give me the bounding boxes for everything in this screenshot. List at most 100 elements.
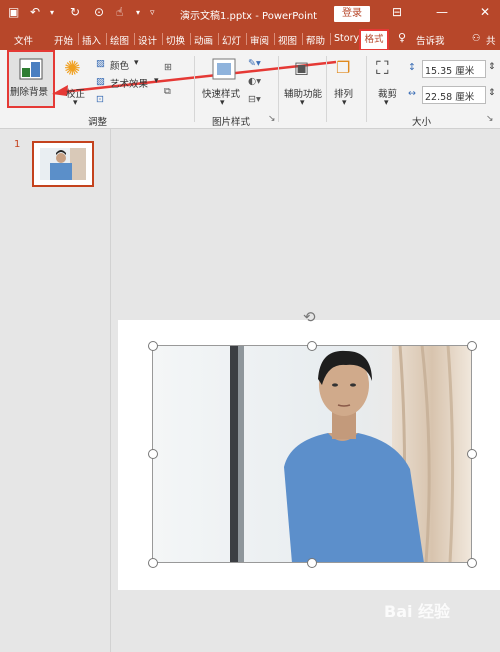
tab-animations[interactable]: 动画 — [194, 33, 213, 47]
resize-handle[interactable] — [307, 341, 317, 351]
minimize-icon[interactable]: — — [436, 5, 448, 19]
login-button[interactable]: 登录 — [334, 6, 370, 22]
touch-mode-icon[interactable]: ☝ — [116, 5, 123, 19]
share-icon[interactable]: ⚇ — [472, 33, 481, 44]
compress-pictures-icon[interactable]: ⊞ — [164, 62, 172, 73]
resize-handle[interactable] — [148, 341, 158, 351]
resize-handle[interactable] — [307, 558, 317, 568]
baidu-watermark: Bai 经验 — [384, 602, 451, 621]
chevron-down-icon: ▾ — [220, 98, 225, 108]
group-adjust-label: 调整 — [88, 117, 108, 128]
picture-layout-icon[interactable]: ⊟▾ — [248, 94, 261, 105]
tab-separator — [246, 33, 247, 45]
group-separator — [366, 56, 367, 122]
dialog-launcher-icon[interactable]: ↘ — [268, 114, 276, 124]
color-icon: ▨ — [96, 58, 105, 69]
chevron-down-icon: ▾ — [384, 98, 389, 108]
undo-dropdown-icon[interactable]: ▾ — [50, 8, 54, 17]
resize-handle[interactable] — [467, 341, 477, 351]
undo-icon[interactable]: ↶ — [30, 5, 40, 19]
customize-qat-icon[interactable]: ▿ — [150, 8, 155, 18]
corrections-button[interactable]: ✺ 校正 ▾ — [62, 56, 90, 108]
close-icon[interactable]: ✕ — [480, 5, 490, 19]
tab-separator — [302, 33, 303, 45]
width-spinner-icon[interactable]: ⇕ — [488, 88, 496, 98]
change-picture-icon[interactable]: ⧉ — [164, 86, 171, 97]
tab-insert[interactable]: 插入 — [82, 33, 101, 47]
quick-styles-button[interactable]: 快速样式 ▾ — [202, 56, 246, 108]
tab-draw[interactable]: 绘图 — [110, 33, 129, 47]
tell-me-search[interactable]: 告诉我 — [416, 33, 445, 47]
width-input[interactable]: 22.58 厘米 — [422, 86, 486, 104]
save-icon[interactable]: ▣ — [8, 5, 19, 19]
crop-button[interactable]: ⛶ 裁剪 ▾ — [372, 56, 404, 108]
height-icon: ↕ — [408, 62, 416, 73]
tab-help[interactable]: 帮助 — [306, 33, 325, 47]
crop-icon: ⛶ — [376, 58, 389, 79]
thumbnail-photo — [34, 143, 92, 185]
height-value: 15.35 厘米 — [425, 66, 475, 77]
width-icon: ↔ — [408, 88, 416, 99]
chevron-down-icon: ▾ — [154, 76, 159, 86]
slide-thumbnail-panel: 1 — [0, 129, 111, 652]
window-title: 演示文稿1.pptx - PowerPoint — [180, 11, 318, 22]
tab-separator — [190, 33, 191, 45]
resize-handle[interactable] — [148, 558, 158, 568]
tab-separator — [218, 33, 219, 45]
chevron-down-icon: ▾ — [342, 98, 347, 108]
arrange-button[interactable]: ❐ 排列 ▾ — [330, 56, 362, 108]
tab-separator — [274, 33, 275, 45]
transparency-icon[interactable]: ⊡ — [96, 94, 104, 105]
tab-design[interactable]: 设计 — [138, 33, 157, 47]
slide-number: 1 — [14, 139, 21, 150]
ribbon-display-icon[interactable]: ⊟ — [392, 5, 402, 19]
share-label[interactable]: 共 — [486, 33, 496, 47]
artistic-effects-icon: ▧ — [96, 76, 105, 87]
tab-slideshow[interactable]: 幻灯 — [222, 33, 241, 47]
ribbon: 删除背景 ✺ 校正 ▾ ▨ 颜色 ▾ ▧ 艺术效果 ▾ ⊡ ⊞ ⧉ 调整 快速样… — [0, 50, 500, 129]
redo-icon[interactable]: ↻ — [70, 5, 80, 19]
group-separator — [278, 56, 279, 122]
chevron-down-icon: ▾ — [73, 98, 78, 108]
tab-review[interactable]: 审阅 — [250, 33, 269, 47]
lightbulb-icon: ♀ — [398, 31, 407, 44]
selection-border — [152, 345, 472, 563]
tab-transitions[interactable]: 切换 — [166, 33, 185, 47]
tab-separator — [134, 33, 135, 45]
color-label: 颜色 — [110, 61, 130, 72]
arrange-icon: ❐ — [336, 58, 351, 77]
tab-format[interactable]: 格式 — [359, 29, 389, 51]
artistic-effects-label: 艺术效果 — [110, 79, 149, 90]
chevron-down-icon: ▾ — [134, 58, 139, 68]
present-icon[interactable]: ⊙ — [94, 5, 104, 19]
width-value: 22.58 厘米 — [425, 92, 475, 103]
tab-separator — [162, 33, 163, 45]
quick-styles-icon — [212, 58, 236, 80]
accessibility-button[interactable]: ▣ 辅助功能 ▾ — [284, 56, 324, 108]
tab-separator — [330, 33, 331, 45]
sun-icon: ✺ — [64, 56, 81, 80]
tab-view[interactable]: 视图 — [278, 33, 297, 47]
tab-home[interactable]: 开始 — [54, 33, 73, 47]
height-spinner-icon[interactable]: ⇕ — [488, 62, 496, 72]
rotate-handle-icon[interactable]: ⟲ — [303, 308, 316, 326]
height-input[interactable]: 15.35 厘米 — [422, 60, 486, 78]
touch-dropdown-icon[interactable]: ▾ — [136, 8, 140, 17]
group-separator — [326, 56, 327, 122]
resize-handle[interactable] — [467, 558, 477, 568]
chevron-down-icon: ▾ — [300, 98, 305, 108]
title-bar: ▣ ↶ ▾ ↻ ⊙ ☝ ▾ ▿ 演示文稿1.pptx - PowerPoint … — [0, 0, 500, 28]
picture-border-icon[interactable]: ✎▾ — [248, 58, 261, 69]
tab-file[interactable]: 文件 — [14, 33, 33, 47]
ribbon-tabs: 文件 开始 插入 绘图 设计 切换 动画 幻灯 审阅 视图 帮助 Story 格… — [0, 28, 500, 51]
group-picture-styles-label: 图片样式 — [212, 117, 251, 128]
group-size-label: 大小 — [412, 117, 432, 128]
tab-storyline[interactable]: Story — [334, 33, 359, 44]
resize-handle[interactable] — [467, 449, 477, 459]
resize-handle[interactable] — [148, 449, 158, 459]
group-separator — [194, 56, 195, 122]
tab-separator — [106, 33, 107, 45]
picture-effects-icon[interactable]: ◐▾ — [248, 76, 261, 87]
slide-thumbnail[interactable] — [32, 141, 94, 187]
dialog-launcher-icon[interactable]: ↘ — [486, 114, 494, 124]
